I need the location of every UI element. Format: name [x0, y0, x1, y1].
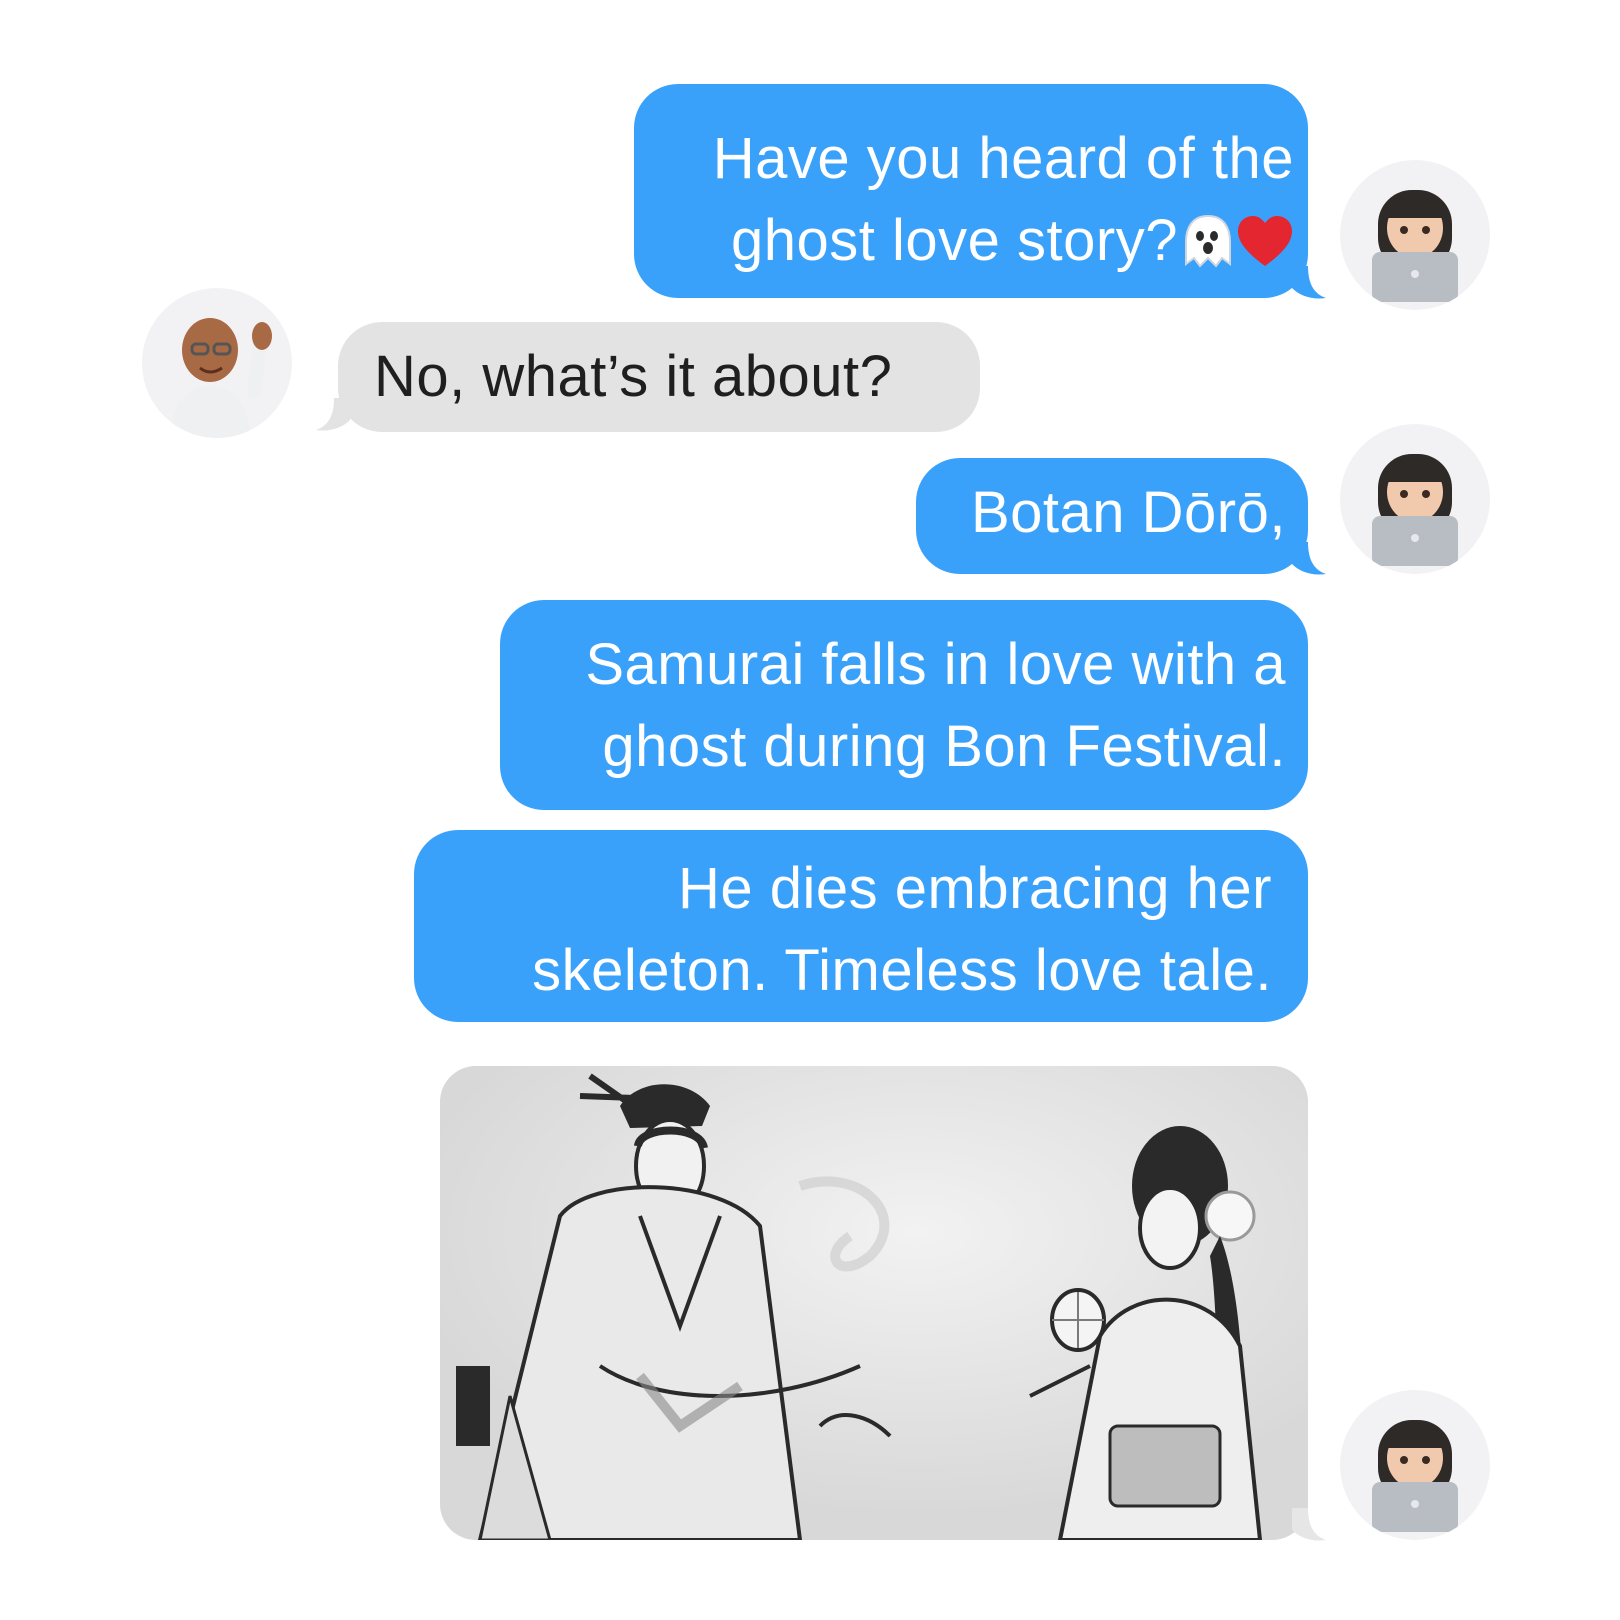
woman-with-laptop-memoji-icon — [1372, 454, 1458, 566]
sent-bubble-tail — [1292, 1508, 1326, 1541]
message-text-line: No, what’s it about? — [374, 344, 893, 409]
receiver-avatar[interactable] — [142, 288, 292, 438]
message-text-line-with-emoji: ghost love story? — [634, 200, 1294, 282]
woman-with-laptop-memoji-icon — [1372, 190, 1458, 302]
ghost-emoji-icon — [1180, 210, 1236, 268]
samurai-and-ghost-woman-illustration — [440, 1066, 1308, 1540]
message-text-line: Samurai falls in love with a — [585, 632, 1286, 697]
sent-bubble-tail — [1292, 266, 1326, 299]
woman-with-laptop-memoji-icon — [1372, 1420, 1458, 1532]
message-text-line: Botan Dōrō, — [970, 480, 1286, 545]
man-waving-memoji-icon — [170, 318, 272, 438]
sent-message-3[interactable]: Samurai falls in love with a ghost durin… — [500, 600, 1308, 810]
sender-avatar[interactable] — [1340, 1390, 1490, 1540]
red-heart-emoji-icon — [1236, 208, 1294, 266]
message-text-line: He dies embracing her — [677, 856, 1272, 921]
sent-bubble-tail — [1292, 542, 1326, 575]
message-text-line: ghost during Bon Festival. — [602, 714, 1286, 779]
sent-message-2[interactable]: Botan Dōrō, — [916, 458, 1308, 574]
sender-avatar[interactable] — [1340, 424, 1490, 574]
sent-image-message[interactable] — [440, 1066, 1308, 1540]
message-text-line: skeleton. Timeless love tale. — [532, 938, 1272, 1003]
message-text-line: Have you heard of the — [712, 126, 1294, 191]
sender-avatar[interactable] — [1340, 160, 1490, 310]
received-message-1[interactable]: No, what’s it about? — [338, 322, 980, 432]
sent-message-1[interactable]: Have you heard of the ghost love story? — [634, 84, 1308, 298]
sent-message-4[interactable]: He dies embracing her skeleton. Timeless… — [414, 830, 1308, 1022]
